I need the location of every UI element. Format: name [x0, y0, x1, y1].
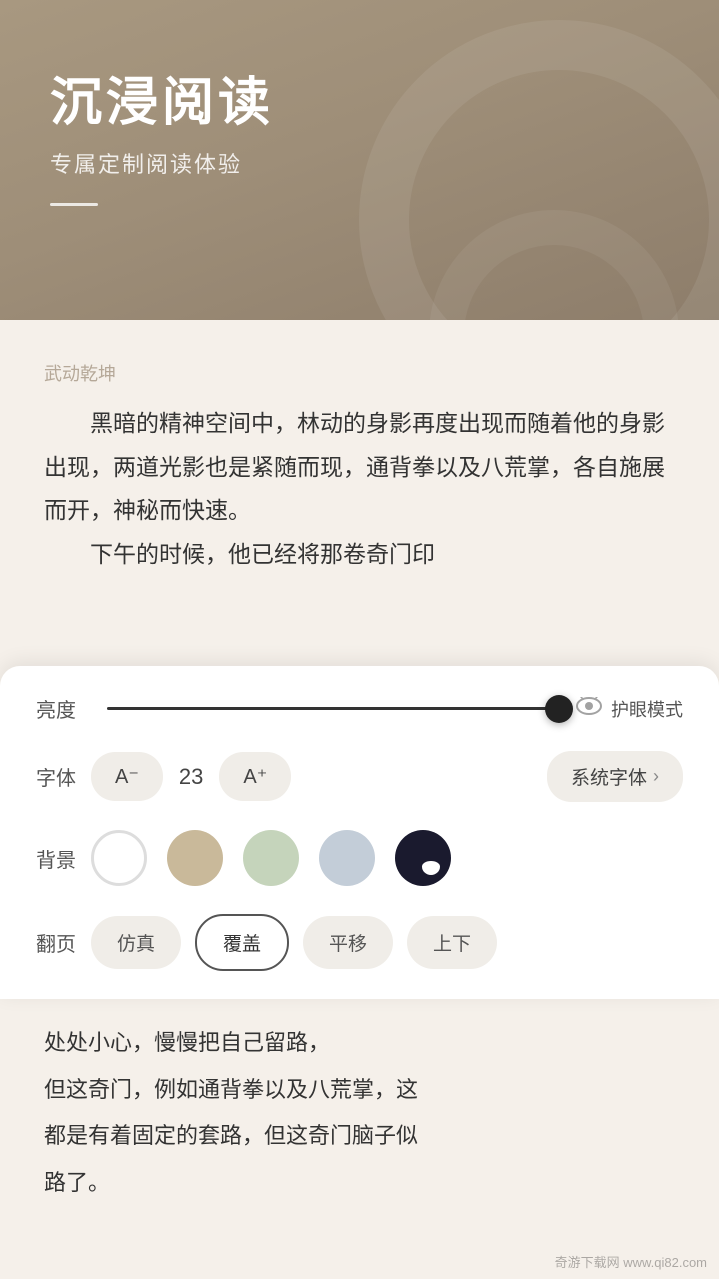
watermark: 奇游下载网 www.qi82.com — [555, 1252, 707, 1271]
main-title: 沉浸阅读 — [50, 60, 669, 135]
reading-para-1: 黑暗的精神空间中，林动的身影再度出现而随着他的身影出现，两道光影也是紧随而现，通… — [44, 402, 675, 533]
background-row: 背景 — [36, 830, 683, 886]
bg-bluegray-option[interactable] — [319, 830, 375, 886]
brightness-slider-wrap — [107, 707, 559, 710]
bg-green-option[interactable] — [243, 830, 299, 886]
pageturn-pingyi[interactable]: 平移 — [303, 916, 393, 969]
font-label: 字体 — [36, 762, 91, 791]
main-reading-area: 武动乾坤 黑暗的精神空间中，林动的身影再度出现而随着他的身影出现，两道光影也是紧… — [0, 320, 719, 1279]
reading-content-top: 武动乾坤 黑暗的精神空间中，林动的身影再度出现而随着他的身影出现，两道光影也是紧… — [0, 320, 719, 597]
bg-beige-option[interactable] — [167, 830, 223, 886]
reading-text: 黑暗的精神空间中，林动的身影再度出现而随着他的身影出现，两道光影也是紧随而现，通… — [44, 402, 675, 577]
pageturn-fugai[interactable]: 覆盖 — [195, 914, 289, 971]
chevron-right-icon: › — [653, 766, 659, 787]
bg-dark-option[interactable] — [395, 830, 451, 886]
bottom-para-2: 但这奇门，例如通背拳以及八荒掌，这 — [44, 1070, 675, 1111]
bottom-reading-text: 处处小心，慢慢把自己留路， 但这奇门，例如通背拳以及八荒掌，这 都是有着固定的套… — [44, 1023, 675, 1204]
divider — [50, 203, 98, 206]
font-size-display: 23 — [167, 764, 215, 790]
bottom-reading-area: 处处小心，慢慢把自己留路， 但这奇门，例如通背拳以及八荒掌，这 都是有着固定的套… — [0, 999, 719, 1279]
bottom-para-3: 都是有着固定的套路，但这奇门脑子似 — [44, 1116, 675, 1157]
pageturn-row: 翻页 仿真 覆盖 平移 上下 — [36, 914, 683, 971]
control-panel: 亮度 护眼模式 — [0, 666, 719, 999]
eye-mode-label: 护眼模式 — [611, 696, 683, 722]
eye-mode-toggle[interactable]: 护眼模式 — [575, 696, 683, 722]
font-decrease-button[interactable]: A⁻ — [91, 752, 163, 801]
font-family-button[interactable]: 系统字体 › — [547, 751, 683, 802]
eye-icon — [575, 697, 603, 721]
bg-label: 背景 — [36, 844, 91, 873]
bottom-para-4: 路了。 — [44, 1163, 675, 1204]
brightness-label: 亮度 — [36, 694, 91, 723]
font-controls: A⁻ 23 A⁺ — [91, 752, 547, 801]
font-family-label: 系统字体 — [571, 763, 647, 790]
pageturn-label: 翻页 — [36, 928, 91, 957]
pageturn-options: 仿真 覆盖 平移 上下 — [91, 914, 683, 971]
brightness-row: 亮度 护眼模式 — [36, 694, 683, 723]
book-title-inline: 武动乾坤 — [44, 360, 675, 386]
slider-thumb[interactable] — [545, 695, 573, 723]
pageturn-shangxia[interactable]: 上下 — [407, 916, 497, 969]
reading-para-2: 下午的时候，他已经将那卷奇门印 — [44, 533, 675, 577]
pageturn-fanzhen[interactable]: 仿真 — [91, 916, 181, 969]
slider-track[interactable] — [107, 707, 559, 710]
font-row: 字体 A⁻ 23 A⁺ 系统字体 › — [36, 751, 683, 802]
bottom-para-1: 处处小心，慢慢把自己留路， — [44, 1023, 675, 1064]
bg-white-option[interactable] — [91, 830, 147, 886]
bg-options — [91, 830, 683, 886]
sub-title: 专属定制阅读体验 — [50, 147, 669, 179]
font-increase-button[interactable]: A⁺ — [219, 752, 291, 801]
